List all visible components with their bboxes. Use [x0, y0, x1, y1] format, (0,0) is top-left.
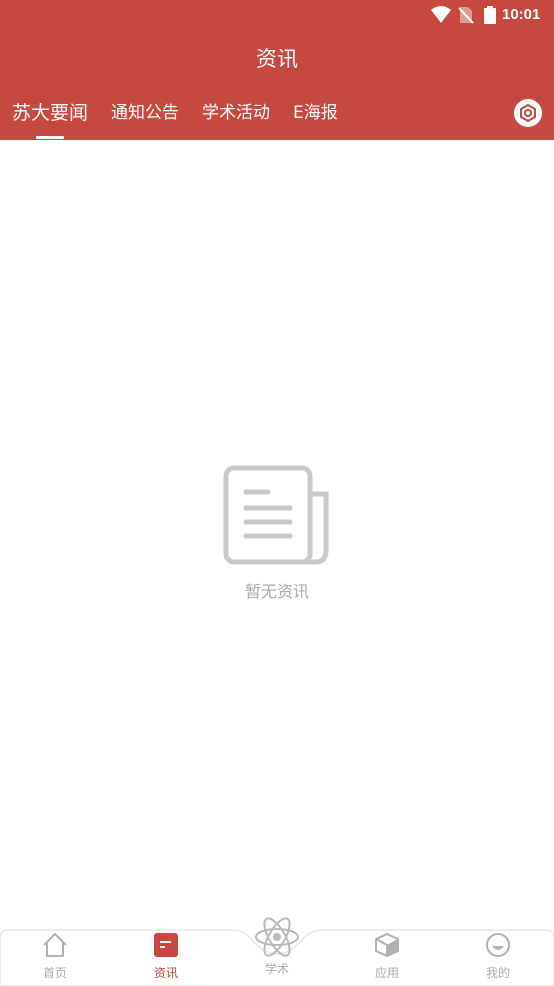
category-tabs: 苏大要闻 通知公告 学术活动 E海报 [0, 94, 500, 140]
nav-apps[interactable]: 应用 [347, 932, 427, 986]
no-sim-icon [458, 7, 474, 24]
app-header: 10:01 资讯 苏大要闻 通知公告 学术活动 E海报 [0, 0, 554, 140]
cube-icon [375, 933, 399, 957]
nav-apps-label: 应用 [374, 966, 399, 980]
active-tab-indicator [36, 136, 64, 139]
nav-home-label: 首页 [42, 966, 67, 980]
battery-icon [484, 6, 496, 24]
home-icon [43, 933, 67, 957]
tab-notices[interactable]: 通知公告 [111, 94, 179, 134]
newspaper-icon [223, 465, 329, 565]
wifi-icon [431, 6, 451, 23]
bottom-navigation: 首页 资讯 学术 应用 我的 [0, 912, 554, 986]
nav-academic-label: 学术 [264, 962, 289, 976]
status-clock: 10:01 [502, 6, 541, 23]
tab-e-poster[interactable]: E海报 [293, 94, 338, 134]
nav-news[interactable]: 资讯 [126, 932, 206, 986]
nav-academic[interactable]: 学术 [237, 912, 317, 986]
news-icon [154, 933, 178, 957]
atom-icon [255, 917, 299, 957]
status-bar: 10:01 [0, 0, 554, 30]
gear-icon [520, 103, 536, 123]
tab-academic-events[interactable]: 学术活动 [202, 94, 270, 134]
tab-settings-button[interactable] [514, 99, 542, 127]
tab-su-da-news[interactable]: 苏大要闻 [12, 94, 88, 134]
nav-mine[interactable]: 我的 [458, 932, 538, 986]
smile-icon [486, 933, 510, 957]
page-title: 资讯 [256, 47, 298, 71]
nav-news-label: 资讯 [153, 966, 178, 980]
empty-state-message: 暂无资讯 [244, 582, 309, 601]
nav-home[interactable]: 首页 [15, 932, 95, 986]
nav-mine-label: 我的 [485, 966, 510, 980]
